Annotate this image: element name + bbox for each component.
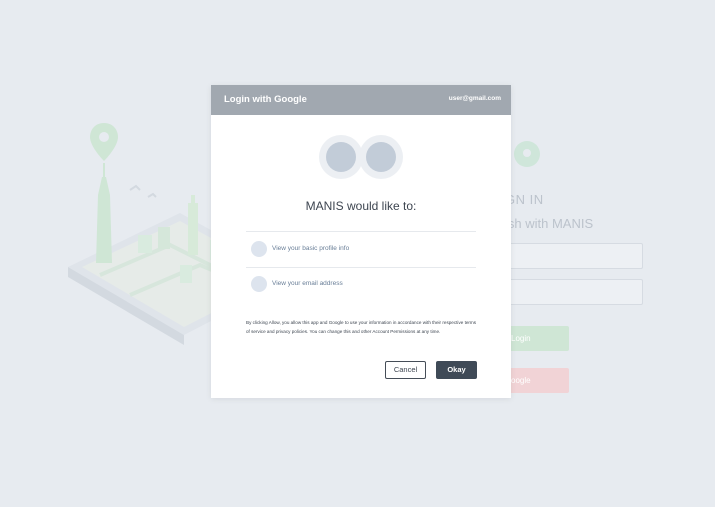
permission-item-email: View your email address <box>251 276 481 294</box>
permission-label: View your email address <box>272 280 343 287</box>
divider <box>246 231 476 232</box>
app-avatar-icon <box>319 135 363 179</box>
okay-button[interactable]: Okay <box>436 361 477 379</box>
background-subheading: ish with MANIS <box>505 216 594 231</box>
background-username-input <box>505 243 643 269</box>
location-pin-icon <box>514 141 540 167</box>
google-login-dialog: Login with Google user@gmail.com MANIS w… <box>211 85 511 398</box>
permission-label: View your basic profile info <box>272 245 350 252</box>
background-google-button: oogle <box>505 368 569 393</box>
background-login-button: Login <box>505 326 569 351</box>
divider <box>246 267 476 268</box>
account-email: user@gmail.com <box>448 95 501 102</box>
permission-prompt: MANIS would like to: <box>305 199 417 213</box>
permission-icon <box>251 276 267 292</box>
dialog-header: Login with Google user@gmail.com <box>211 85 511 115</box>
consent-disclaimer: By clicking Allow, you allow this app an… <box>246 320 477 334</box>
background-login-panel: GN IN ish with MANIS Login oogle <box>505 140 665 410</box>
background-heading: GN IN <box>505 192 544 207</box>
dialog-title: Login with Google <box>224 94 307 105</box>
cancel-button[interactable]: Cancel <box>385 361 426 379</box>
user-avatar-icon <box>359 135 403 179</box>
background-password-input <box>505 279 643 305</box>
permission-item-profile: View your basic profile info <box>251 241 481 259</box>
permission-icon <box>251 241 267 257</box>
